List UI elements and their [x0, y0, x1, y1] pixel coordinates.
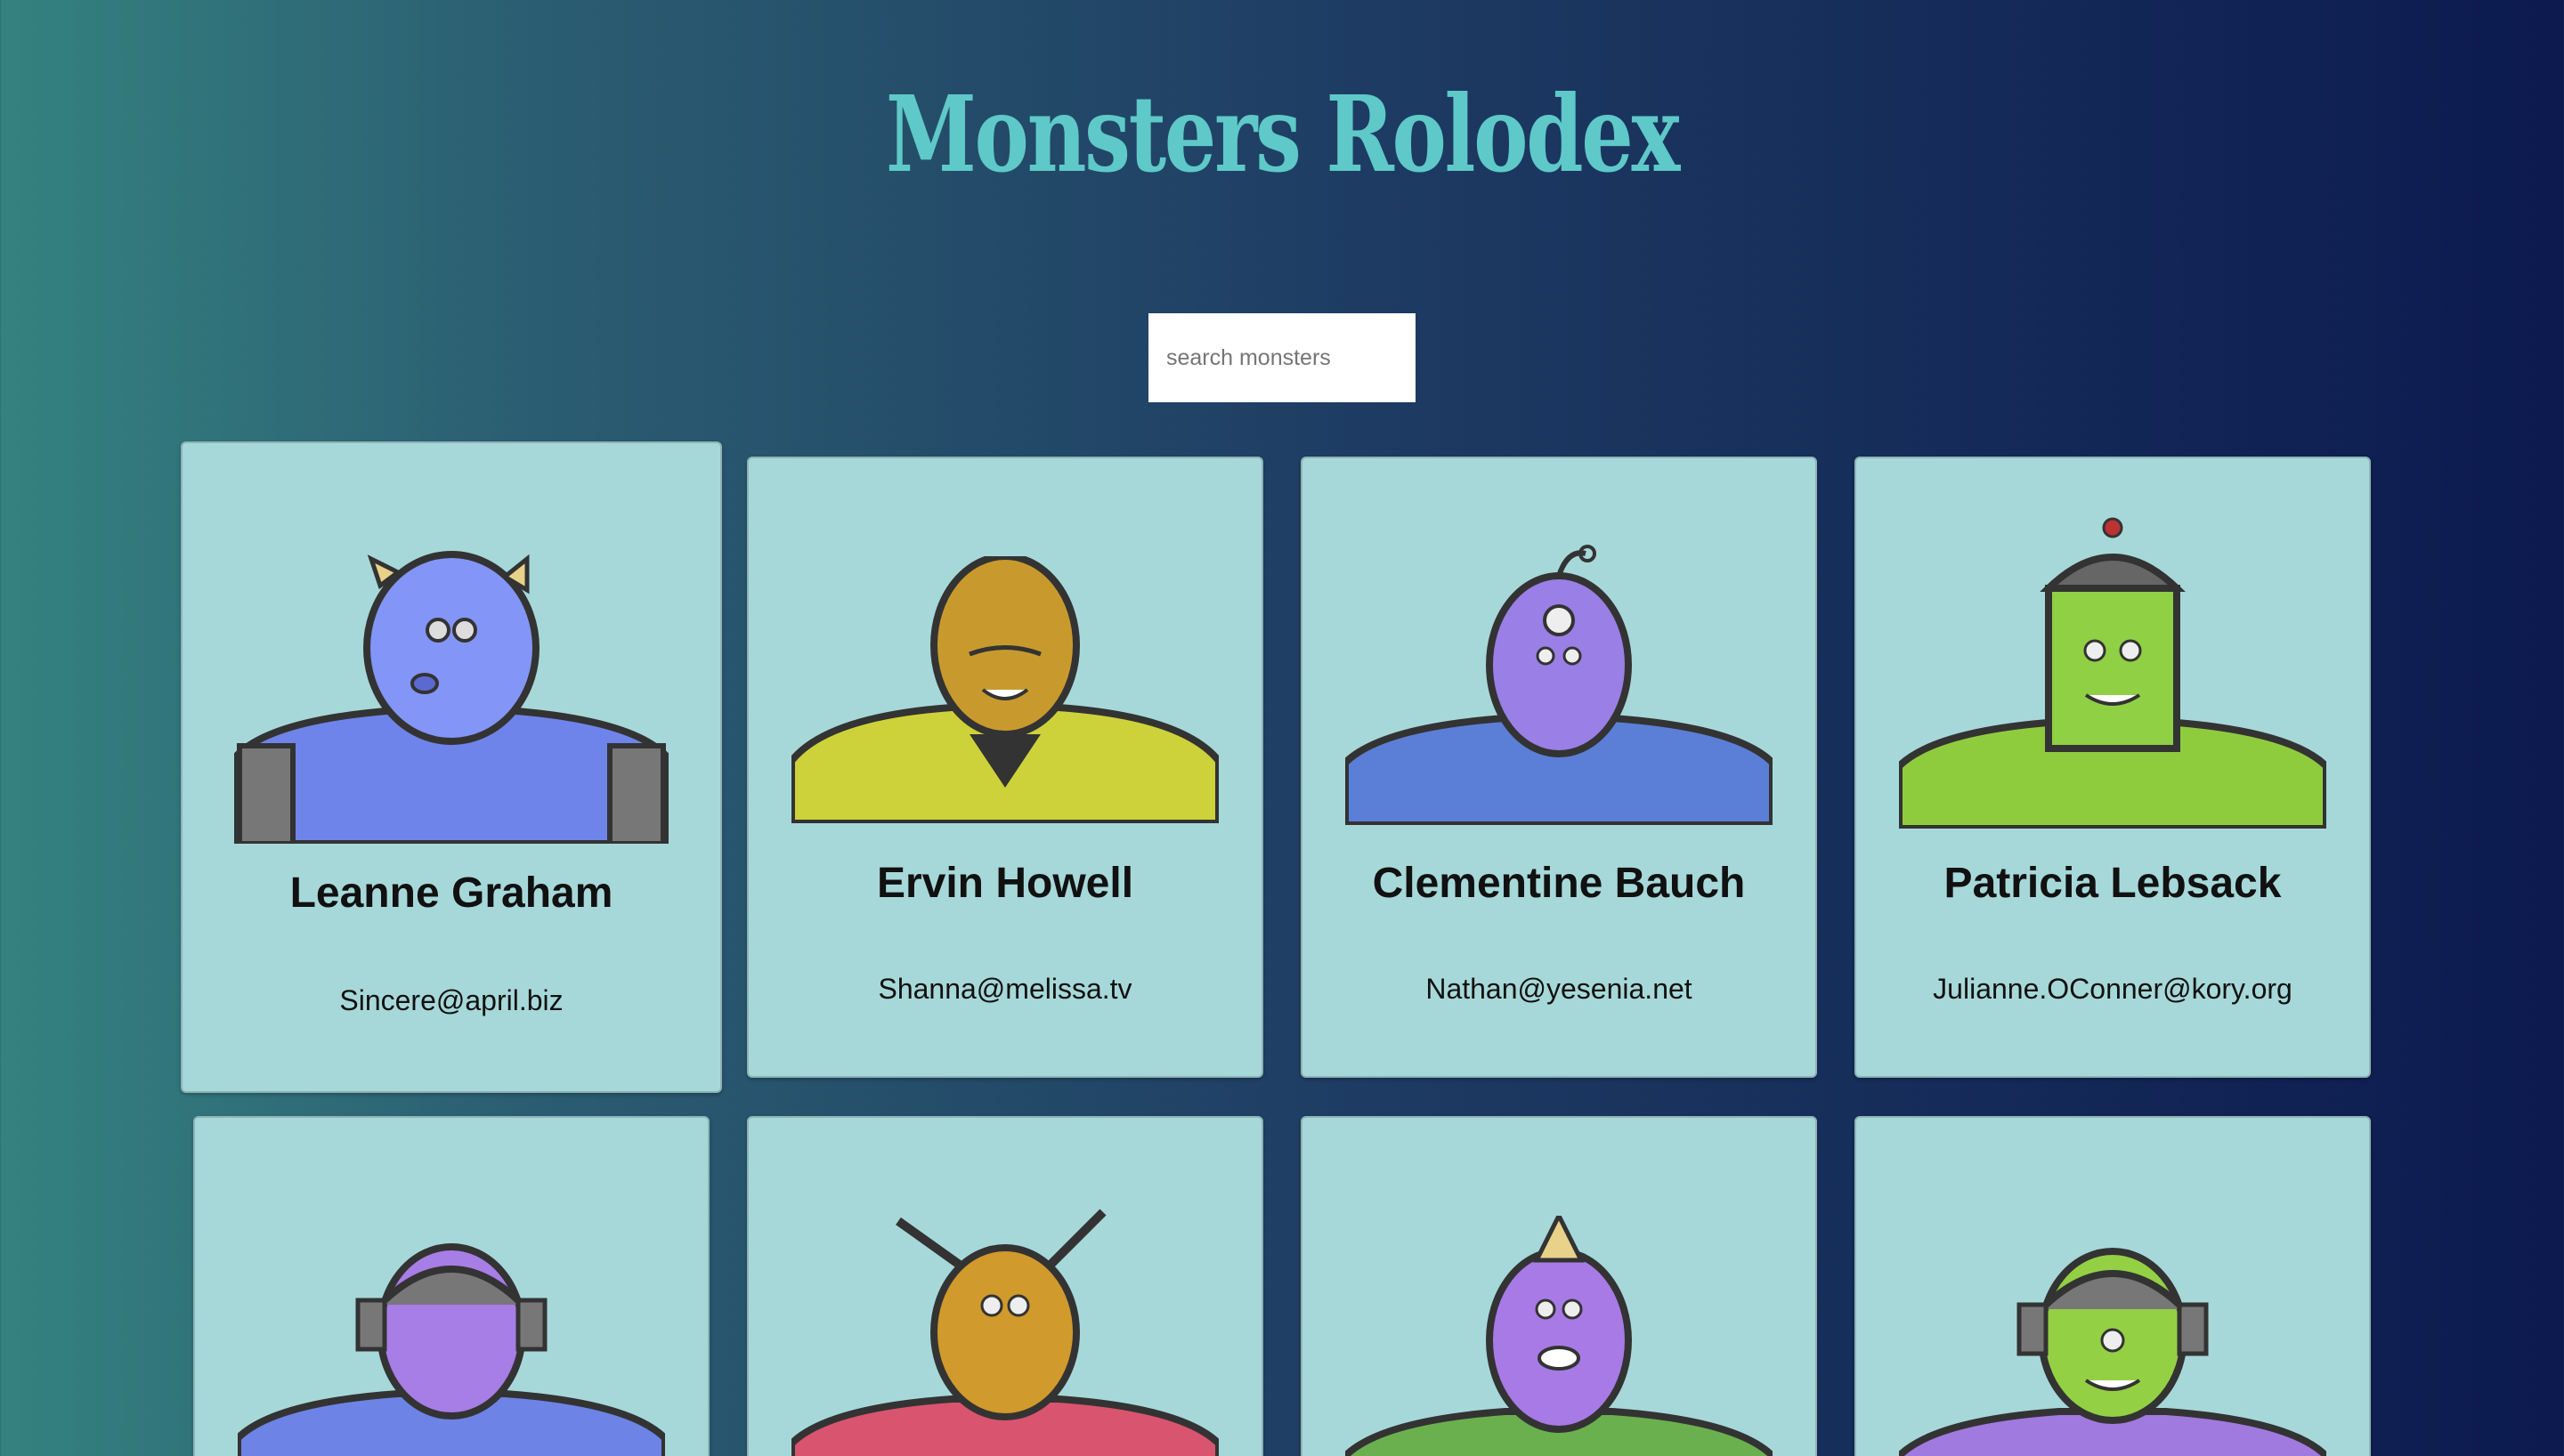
search-input[interactable] — [1148, 313, 1416, 402]
monster-name: Clementine Bauch — [1372, 860, 1746, 907]
monster-card[interactable] — [747, 1116, 1263, 1456]
monster-avatar — [1899, 517, 2326, 829]
monster-avatar — [238, 1243, 665, 1456]
monster-avatar — [1899, 1248, 2326, 1456]
monster-card[interactable] — [1854, 1116, 2371, 1456]
monster-email: Julianne.OConner@kory.org — [1933, 973, 2292, 1005]
monster-avatar — [1345, 545, 1773, 825]
page-title: Monsters Rolodex — [885, 72, 1680, 196]
monster-card[interactable] — [1301, 1116, 1817, 1456]
monster-email: Nathan@yesenia.net — [1425, 973, 1692, 1005]
monster-avatar — [234, 551, 669, 844]
monster-email: Sincere@april.biz — [339, 984, 564, 1016]
monster-card[interactable]: Clementine Bauch Nathan@yesenia.net — [1301, 457, 1817, 1078]
monster-card[interactable] — [193, 1116, 710, 1456]
monster-name: Patricia Lebsack — [1943, 860, 2282, 907]
monster-card[interactable]: Leanne Graham Sincere@april.biz — [181, 441, 722, 1093]
monster-card[interactable]: Patricia Lebsack Julianne.OConner@kory.o… — [1854, 457, 2371, 1078]
monster-email: Shanna@melissa.tv — [878, 973, 1132, 1005]
monster-name: Leanne Graham — [289, 870, 613, 917]
monster-card[interactable]: Ervin Howell Shanna@melissa.tv — [747, 457, 1263, 1078]
monster-avatar — [791, 556, 1219, 823]
monster-avatar — [1345, 1216, 1773, 1456]
monster-name: Ervin Howell — [876, 860, 1134, 907]
monster-avatar — [791, 1209, 1219, 1456]
